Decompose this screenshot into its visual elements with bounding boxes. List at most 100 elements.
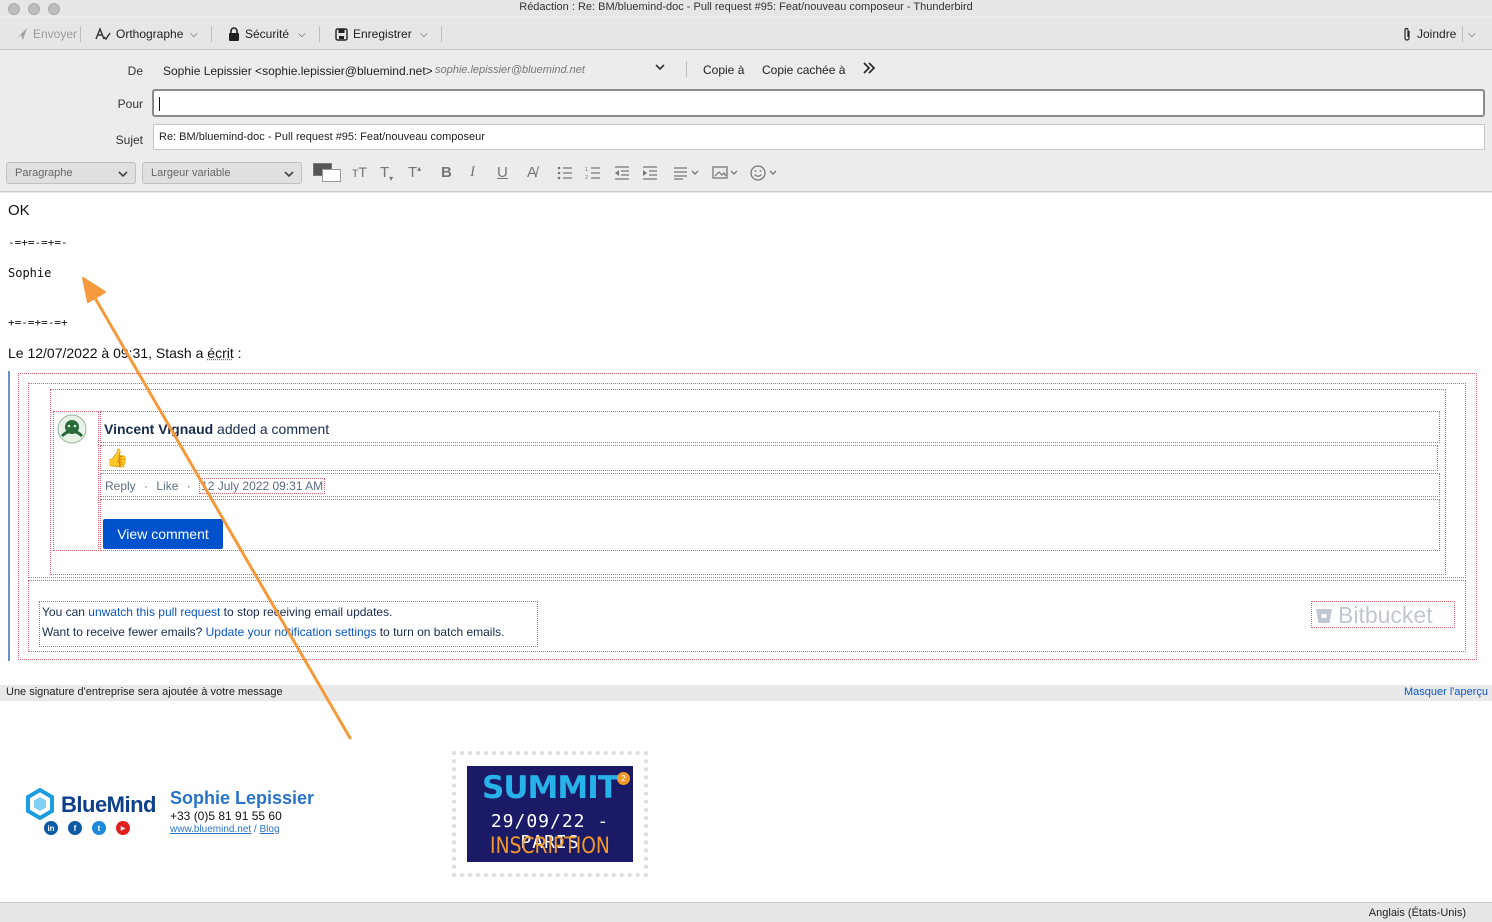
text-color-icon[interactable]	[313, 163, 341, 183]
italic-icon[interactable]: I	[470, 164, 475, 181]
facebook-icon[interactable]: f	[68, 821, 82, 835]
quoted-comment-button-row	[100, 499, 1440, 551]
align-menu-icon[interactable]	[673, 166, 701, 180]
security-button[interactable]: Sécurité	[228, 25, 289, 43]
toolbar-separator	[319, 26, 320, 42]
chevron-down-icon	[655, 64, 665, 71]
insert-image-icon[interactable]	[712, 165, 740, 181]
signature-preview: BlueMind in f t ▶ Sophie Lepissier +33 (…	[0, 701, 1492, 902]
save-button[interactable]: Enregistrer	[335, 25, 412, 43]
text-cursor	[159, 97, 160, 111]
quote-header: Le 12/07/2022 à 09:31, Stash a écrit :	[8, 345, 242, 361]
blog-link[interactable]: Blog	[260, 824, 280, 835]
send-icon	[15, 28, 27, 40]
outdent-icon[interactable]	[614, 166, 630, 180]
summit-badge: 2	[617, 772, 630, 785]
bcc-button[interactable]: Copie cachée à	[762, 63, 845, 77]
send-button[interactable]: Envoyer	[14, 25, 77, 43]
comment-actions: Reply · Like · 12 July 2022 09:31 AM	[105, 478, 326, 494]
footer-line-1: You can unwatch this pull request to sto…	[42, 605, 392, 619]
chevron-down-icon: ⌵	[190, 28, 198, 40]
from-dropdown-button[interactable]	[654, 62, 666, 75]
save-menu-button[interactable]: ⌵	[420, 25, 428, 43]
like-link[interactable]: Like	[156, 479, 178, 493]
reply-text: OK	[8, 202, 30, 219]
to-input[interactable]	[152, 89, 1485, 117]
paragraph-format-select[interactable]: Paragraphe	[6, 162, 136, 184]
more-fields-button[interactable]	[862, 62, 876, 77]
footer-text: to stop receiving email updates.	[220, 605, 393, 619]
comment-title: Vincent Vignaud added a comment	[104, 421, 329, 437]
spelling-menu-button[interactable]: ⌵	[190, 25, 198, 43]
thumbs-up-icon: 👍	[106, 448, 129, 468]
font-larger-icon[interactable]: T▴	[408, 164, 421, 181]
view-comment-button[interactable]: View comment	[103, 519, 223, 549]
svg-text:2: 2	[585, 175, 588, 180]
numbered-list-icon[interactable]: 12	[585, 166, 601, 180]
window-title: Rédaction : Re: BM/bluemind-doc - Pull r…	[519, 1, 973, 13]
quote-header-end: :	[233, 345, 242, 361]
youtube-icon[interactable]: ▶	[116, 821, 130, 835]
text-style-icon[interactable]: A̸	[527, 164, 537, 181]
toolbar-separator	[211, 26, 212, 42]
spellcheck-icon	[95, 27, 111, 41]
avatar	[57, 414, 87, 444]
link-separator: /	[251, 824, 260, 835]
chevron-down-icon: ⌵	[1468, 28, 1476, 40]
misspelled-word[interactable]: écrit	[207, 345, 233, 361]
signature-top-line: -=+=-=+=-	[8, 236, 68, 249]
reply-link[interactable]: Reply	[105, 479, 136, 493]
signature-notice-bar: Une signature d'entreprise sera ajoutée …	[0, 685, 1492, 701]
spelling-button[interactable]: Orthographe	[95, 25, 183, 43]
summit-banner-stamp[interactable]: SUMMIT 2 29/09/22 - PARIS INSCRIPTION	[452, 751, 648, 877]
subject-input[interactable]: Re: BM/bluemind-doc - Pull request #95: …	[153, 124, 1485, 150]
twitter-icon[interactable]: t	[92, 821, 106, 835]
summit-cta: INSCRIPTION	[490, 834, 610, 859]
from-identity: sophie.lepissier@bluemind.net	[435, 64, 585, 76]
attach-menu-button[interactable]: ⌵	[1468, 25, 1476, 43]
bitbucket-wordmark: Bitbucket	[1338, 602, 1433, 628]
font-size-reduce-icon[interactable]: ᴛT	[352, 164, 367, 180]
svg-text:1: 1	[585, 167, 588, 173]
notification-settings-link[interactable]: Update your notification settings	[206, 625, 377, 639]
toolbar-separator	[80, 26, 81, 42]
signature-notice-text: Une signature d'entreprise sera ajoutée …	[6, 686, 283, 698]
summit-title: SUMMIT	[482, 770, 619, 806]
paragraph-format-value: Paragraphe	[15, 167, 73, 179]
chevron-down-icon: ⌵	[298, 28, 306, 40]
unwatch-link[interactable]: unwatch this pull request	[88, 605, 220, 619]
bitbucket-logo: Bitbucket	[1314, 602, 1433, 629]
hide-preview-link[interactable]: Masquer l'aperçu	[1404, 686, 1488, 698]
to-label: Pour	[117, 97, 143, 111]
footer-line-2: Want to receive fewer emails? Update you…	[42, 625, 504, 639]
bullet-list-icon[interactable]	[557, 166, 573, 180]
signature-bottom-line: +=-=+=-=+	[8, 316, 68, 329]
separator-dot: ·	[186, 479, 191, 493]
from-select[interactable]: Sophie Lepissier <sophie.lepissier@bluem…	[163, 64, 433, 78]
security-menu-button[interactable]: ⌵	[298, 25, 306, 43]
toolbar-separator	[1462, 26, 1463, 42]
quote-bar	[8, 371, 10, 661]
cc-button[interactable]: Copie à	[703, 63, 744, 77]
chevron-down-icon	[118, 171, 128, 178]
separator-dot: ·	[144, 479, 149, 493]
double-chevron-right-icon	[863, 62, 876, 74]
emoji-menu-icon[interactable]	[750, 164, 780, 182]
footer-text: Want to receive fewer emails?	[42, 625, 206, 639]
comment-action: added a comment	[213, 421, 330, 437]
language-indicator[interactable]: Anglais (États-Unis)	[1369, 907, 1466, 919]
linkedin-icon[interactable]: in	[44, 821, 58, 835]
bluemind-wordmark: BlueMind	[61, 792, 157, 817]
font-smaller-icon[interactable]: T▾	[380, 164, 393, 183]
indent-icon[interactable]	[642, 166, 658, 180]
signature-links: www.bluemind.net / Blog	[170, 824, 280, 835]
compose-toolbar: Envoyer Orthographe ⌵ Sécurité ⌵ Enregis…	[0, 18, 1492, 50]
font-select[interactable]: Largeur variable	[142, 162, 302, 184]
website-link[interactable]: www.bluemind.net	[170, 824, 251, 835]
attach-button[interactable]: Joindre	[1402, 25, 1456, 43]
message-body[interactable]: OK -=+=-=+=- Sophie +=-=+=-=+ Le 12/07/2…	[0, 193, 1492, 685]
underline-icon[interactable]: U	[497, 164, 508, 181]
from-label: De	[127, 64, 143, 78]
quote-header-text: Le 12/07/2022 à 09:31, Stash a	[8, 345, 208, 361]
bold-icon[interactable]: B	[441, 164, 452, 181]
